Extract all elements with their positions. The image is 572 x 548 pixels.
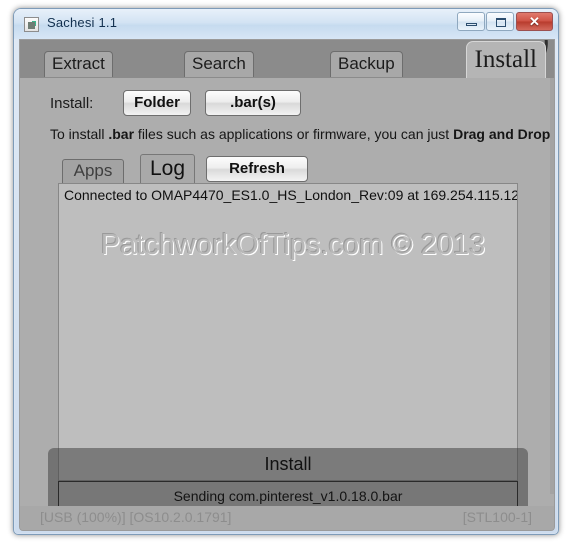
watermark-text: PatchworkOfTips.com © 2013 — [100, 229, 486, 261]
tab-extract[interactable]: Extract — [44, 51, 113, 77]
status-bar: [USB (100%)] [OS10.2.0.1791] [STL100-1] — [20, 506, 554, 530]
subtab-apps[interactable]: Apps — [62, 159, 124, 184]
minimize-icon — [466, 23, 477, 26]
panel-edge — [550, 78, 554, 494]
tab-install[interactable]: Install — [465, 41, 546, 78]
overlay-title: Install — [264, 454, 312, 474]
close-icon: ✕ — [529, 14, 540, 29]
hint-bold-bar: .bar — [108, 126, 135, 142]
hint-bold-drag-drop: Drag and Drop — [453, 126, 551, 142]
hint-part-1: To install — [50, 126, 109, 142]
progress-file-label: Sending com.pinterest_v1.0.18.0.bar — [173, 488, 403, 504]
desktop-background: Sachesi 1.1 ✕ Extract Search Backup Inst… — [0, 0, 572, 548]
client-area: Extract Search Backup Install Install: F… — [19, 39, 555, 531]
hint-part-2: files such as applications or firmware, … — [134, 126, 454, 142]
main-tab-strip: Extract Search Backup Install — [20, 40, 554, 83]
install-bar-files-button[interactable]: .bar(s) — [205, 90, 301, 116]
install-folder-button[interactable]: Folder — [123, 90, 191, 116]
maximize-icon — [496, 18, 506, 27]
install-label: Install: — [50, 95, 94, 112]
app-icon — [24, 17, 39, 32]
subtab-log[interactable]: Log — [140, 154, 195, 184]
drag-and-drop-hint: To install .bar files such as applicatio… — [50, 126, 554, 142]
title-bar[interactable]: Sachesi 1.1 ✕ — [14, 9, 558, 39]
close-button[interactable]: ✕ — [516, 12, 553, 31]
install-panel: Install: Folder .bar(s) To install .bar … — [20, 78, 554, 530]
status-device-model: [STL100-1] — [462, 509, 532, 525]
log-line: Connected to OMAP4470_ES1.0_HS_London_Re… — [64, 187, 518, 203]
status-device-info: [USB (100%)] [OS10.2.0.1791] — [40, 509, 232, 525]
tab-backup[interactable]: Backup — [330, 51, 403, 77]
application-window: Sachesi 1.1 ✕ Extract Search Backup Inst… — [13, 8, 559, 535]
maximize-button[interactable] — [486, 12, 514, 31]
tab-search[interactable]: Search — [184, 51, 254, 77]
window-title: Sachesi 1.1 — [47, 15, 118, 30]
log-output-panel[interactable]: Connected to OMAP4470_ES1.0_HS_London_Re… — [58, 183, 518, 481]
refresh-button[interactable]: Refresh — [206, 156, 308, 182]
minimize-button[interactable] — [457, 12, 485, 31]
